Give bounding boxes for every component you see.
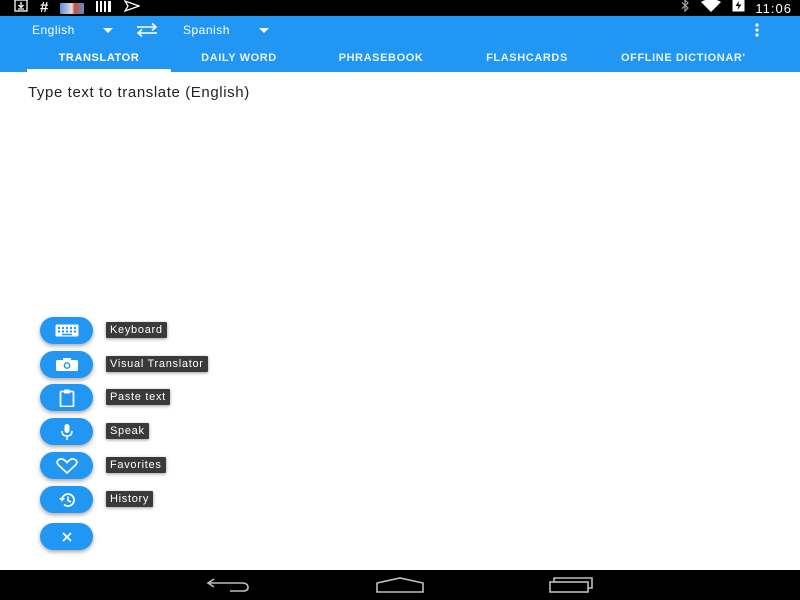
language-bar: English Spanish bbox=[0, 16, 800, 44]
home-button[interactable] bbox=[376, 576, 424, 594]
keyboard-icon bbox=[55, 324, 78, 337]
visual-translator-label[interactable]: Visual Translator bbox=[106, 356, 208, 372]
keyboard-label[interactable]: Keyboard bbox=[106, 322, 167, 338]
recent-apps-button[interactable] bbox=[547, 576, 595, 594]
favorites-label[interactable]: Favorites bbox=[106, 457, 166, 473]
heart-icon bbox=[55, 457, 78, 474]
back-button[interactable] bbox=[205, 576, 253, 594]
history-label[interactable]: History bbox=[106, 491, 154, 507]
tab-bar: TRANSLATOR DAILY WORD PHRASEBOOK FLASHCA… bbox=[0, 44, 800, 72]
status-bar: # 11:06 bbox=[0, 0, 800, 16]
tab-offline-dictionary[interactable]: OFFLINE DICTIONAR' bbox=[612, 44, 800, 72]
source-language-dropdown-icon[interactable] bbox=[103, 28, 113, 33]
overflow-menu-icon[interactable] bbox=[752, 22, 762, 38]
bluetooth-icon bbox=[680, 0, 690, 17]
tab-label: FLASHCARDS bbox=[486, 52, 568, 64]
camera-icon bbox=[55, 358, 78, 371]
tab-label: PHRASEBOOK bbox=[338, 52, 424, 64]
barcode-icon bbox=[96, 0, 112, 17]
close-icon bbox=[61, 531, 72, 542]
download-icon bbox=[14, 0, 28, 17]
tab-flashcards[interactable]: FLASHCARDS bbox=[463, 44, 591, 72]
tab-daily-word[interactable]: DAILY WORD bbox=[180, 44, 298, 72]
clipboard-icon bbox=[59, 389, 74, 407]
app-screen: # 11:06 English Spanish TRANSLATOR DAILY… bbox=[0, 0, 800, 600]
speak-button[interactable] bbox=[40, 418, 93, 445]
app-thumbnail-icon bbox=[60, 2, 85, 14]
microphone-icon bbox=[60, 423, 73, 440]
status-right-icons: 11:06 bbox=[680, 0, 792, 16]
tab-phrasebook[interactable]: PHRASEBOOK bbox=[318, 44, 444, 72]
paste-text-label[interactable]: Paste text bbox=[106, 389, 170, 405]
history-button[interactable] bbox=[40, 486, 93, 513]
hash-icon: # bbox=[40, 0, 49, 16]
active-tab-indicator bbox=[27, 69, 171, 72]
tab-label: DAILY WORD bbox=[201, 52, 277, 64]
home-icon bbox=[376, 577, 424, 593]
keyboard-button[interactable] bbox=[40, 317, 93, 344]
source-language-selector[interactable]: English bbox=[32, 23, 75, 37]
send-icon bbox=[123, 0, 142, 17]
history-icon bbox=[58, 492, 75, 507]
status-left-icons: # bbox=[14, 0, 142, 17]
recent-apps-icon bbox=[549, 577, 593, 593]
navigation-bar bbox=[0, 570, 800, 600]
translate-input[interactable]: Type text to translate (English) bbox=[28, 84, 250, 101]
battery-charging-icon bbox=[732, 0, 745, 17]
swap-arrows-icon[interactable] bbox=[134, 22, 160, 38]
status-time: 11:06 bbox=[755, 0, 792, 16]
paste-text-button[interactable] bbox=[40, 384, 93, 411]
tab-translator[interactable]: TRANSLATOR bbox=[27, 44, 171, 72]
close-menu-button[interactable] bbox=[40, 523, 93, 550]
app-bar: English Spanish TRANSLATOR DAILY WORD PH… bbox=[0, 16, 800, 72]
speak-label[interactable]: Speak bbox=[106, 423, 149, 439]
tab-label: OFFLINE DICTIONAR' bbox=[621, 52, 746, 64]
visual-translator-button[interactable] bbox=[40, 351, 93, 378]
wifi-icon bbox=[700, 0, 722, 17]
target-language-selector[interactable]: Spanish bbox=[183, 23, 230, 37]
back-icon bbox=[206, 578, 249, 592]
favorites-button[interactable] bbox=[40, 452, 93, 479]
tab-label: TRANSLATOR bbox=[58, 52, 140, 64]
target-language-dropdown-icon[interactable] bbox=[259, 28, 269, 33]
